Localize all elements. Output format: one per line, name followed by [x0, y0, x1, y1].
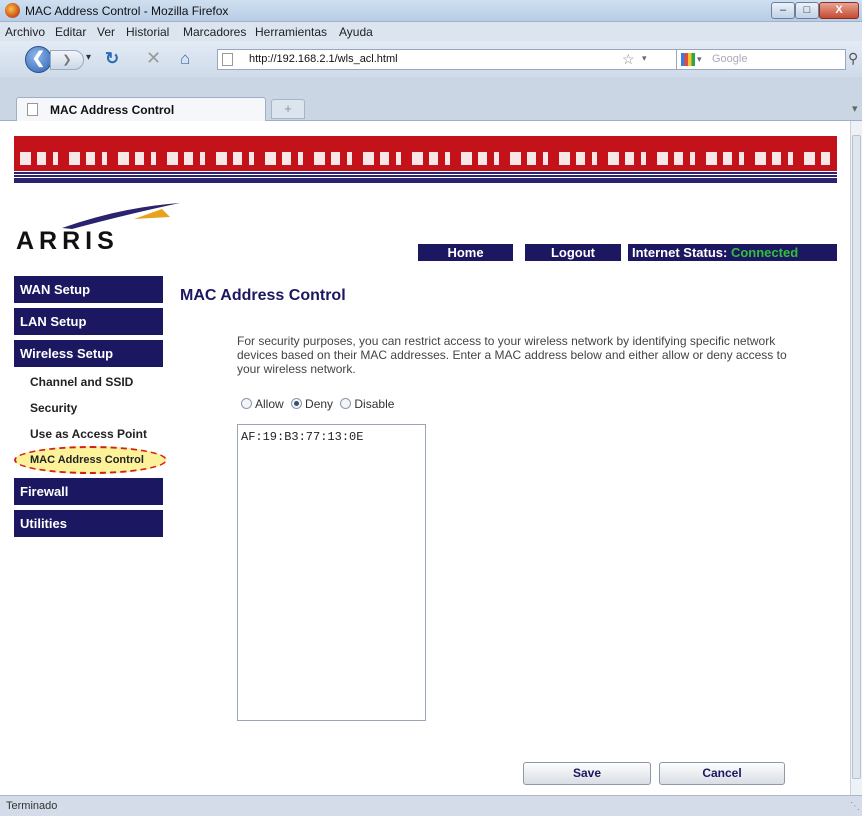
tab-mac-address-control[interactable]: MAC Address Control	[16, 97, 266, 121]
vertical-scrollbar[interactable]	[850, 121, 862, 795]
home-icon[interactable]: ⌂	[180, 49, 190, 69]
status-bar: Terminado ⋱	[0, 795, 862, 816]
sidebar-item-utilities[interactable]: Utilities	[14, 510, 163, 537]
search-bar[interactable]: ▾ Google	[676, 49, 846, 70]
radio-allow[interactable]: Allow	[241, 397, 284, 411]
internet-status-label: Internet Status:	[632, 245, 728, 260]
sidebar-item-lan-setup[interactable]: LAN Setup	[14, 308, 163, 335]
tab-bar: MAC Address Control + ▾	[0, 77, 862, 121]
forward-arrow-icon: ❯	[62, 54, 72, 66]
brand-banner	[14, 136, 837, 183]
radio-disable-icon[interactable]	[340, 398, 352, 409]
window-title: MAC Address Control - Mozilla Firefox	[25, 4, 229, 18]
menu-marcadores[interactable]: Marcadores	[183, 25, 246, 39]
stop-icon[interactable]: ✕	[146, 48, 161, 69]
reload-icon[interactable]: ↻	[105, 49, 119, 69]
sidebar-item-wireless-setup[interactable]: Wireless Setup	[14, 340, 163, 367]
radio-allow-icon[interactable]	[241, 398, 252, 409]
menu-ver[interactable]: Ver	[97, 25, 115, 39]
back-button[interactable]: ❮	[25, 46, 52, 73]
menu-editar[interactable]: Editar	[55, 25, 86, 39]
radio-allow-label[interactable]: Allow	[255, 397, 284, 411]
window-titlebar: MAC Address Control - Mozilla Firefox – …	[0, 0, 862, 22]
logout-button[interactable]: Logout	[525, 244, 621, 261]
scrollbar-thumb[interactable]	[852, 135, 861, 779]
firefox-icon	[5, 3, 20, 18]
back-arrow-icon: ❮	[31, 50, 46, 67]
tab-scroll-icon[interactable]: ▾	[852, 102, 858, 115]
maximize-button[interactable]: □	[795, 2, 819, 19]
internet-status: Internet Status: Connected	[628, 244, 837, 261]
tab-label: MAC Address Control	[50, 103, 175, 117]
tab-page-icon	[27, 103, 38, 116]
sidebar-subitem-mac-address-control[interactable]: MAC Address Control	[30, 454, 144, 466]
new-tab-button[interactable]: +	[271, 99, 305, 119]
arris-logo: ARRIS	[16, 227, 119, 255]
mac-address-textarea[interactable]: AF:19:B3:77:13:0E	[237, 424, 426, 721]
sidebar-item-firewall[interactable]: Firewall	[14, 478, 163, 505]
home-button[interactable]: Home	[418, 244, 513, 261]
page-content: ARRIS Home Logout Internet Status: Conne…	[0, 121, 850, 795]
navigation-toolbar: ❮ ❯ ▾ ↻ ✕ ⌂ http://192.168.2.1/wls_acl.h…	[0, 41, 862, 77]
sidebar-subitem-access-point[interactable]: Use as Access Point	[30, 427, 147, 441]
page-title: MAC Address Control	[180, 287, 346, 304]
page-icon	[222, 53, 233, 66]
forward-button[interactable]: ❯	[50, 50, 84, 70]
menu-herramientas[interactable]: Herramientas	[255, 25, 327, 39]
radio-disable[interactable]: Disable	[340, 397, 394, 411]
radio-deny[interactable]: Deny	[291, 397, 333, 411]
sidebar-subitem-channel-ssid[interactable]: Channel and SSID	[30, 375, 133, 389]
bookmark-star-icon[interactable]: ☆	[622, 51, 635, 68]
close-button[interactable]: X	[819, 2, 859, 19]
menu-bar: Archivo Editar Ver Historial Marcadores …	[0, 22, 862, 41]
resize-grip-icon[interactable]: ⋱	[850, 801, 860, 812]
save-button[interactable]: Save	[523, 762, 651, 785]
url-dropdown-icon[interactable]: ▾	[642, 53, 647, 64]
internet-status-value: Connected	[730, 245, 799, 260]
history-dropdown-icon[interactable]: ▾	[86, 52, 91, 63]
radio-disable-label[interactable]: Disable	[354, 397, 394, 411]
menu-historial[interactable]: Historial	[126, 25, 169, 39]
url-bar[interactable]: http://192.168.2.1/wls_acl.html ☆ ▾	[217, 49, 701, 70]
minimize-button[interactable]: –	[771, 2, 795, 19]
google-icon[interactable]	[681, 53, 695, 66]
status-text: Terminado	[6, 800, 58, 812]
search-go-icon[interactable]: ⚲	[848, 50, 858, 67]
cancel-button[interactable]: Cancel	[659, 762, 785, 785]
search-placeholder[interactable]: Google	[712, 53, 747, 65]
banner-pattern	[20, 152, 832, 165]
radio-deny-label[interactable]: Deny	[305, 397, 333, 411]
banner-stripes	[14, 171, 837, 179]
radio-deny-icon[interactable]	[291, 398, 303, 409]
description-text: For security purposes, you can restrict …	[237, 334, 787, 376]
sidebar-subitem-security[interactable]: Security	[30, 401, 77, 415]
search-engine-dropdown-icon[interactable]: ▾	[697, 54, 702, 65]
menu-archivo[interactable]: Archivo	[5, 25, 45, 39]
mode-radio-group: Allow Deny Disable	[241, 397, 398, 411]
url-text[interactable]: http://192.168.2.1/wls_acl.html	[249, 53, 398, 65]
sidebar-item-wan-setup[interactable]: WAN Setup	[14, 276, 163, 303]
menu-ayuda[interactable]: Ayuda	[339, 25, 373, 39]
